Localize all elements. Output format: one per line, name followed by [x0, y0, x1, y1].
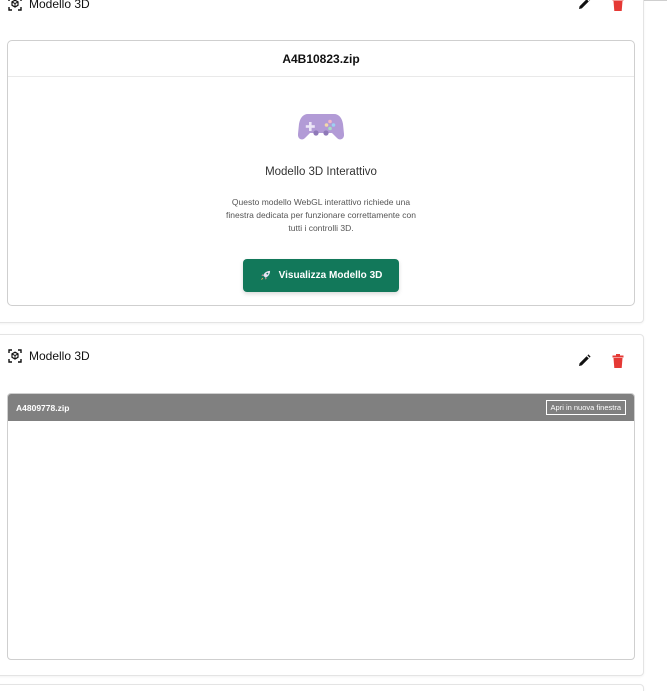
- model-card: Modello 3D A4B10823.zip Modello 3D Inter…: [0, 0, 644, 323]
- viewer-toolbar: A4809778.zip Apri in nuova finestra: [8, 394, 634, 421]
- delete-icon[interactable]: [610, 353, 626, 369]
- model-card: [0, 684, 644, 691]
- viewer-heading: Modello 3D Interattivo: [265, 166, 377, 178]
- card-header: Modello 3D: [8, 343, 630, 369]
- model-viewer: A4B10823.zip Modello 3D Interattivo Ques…: [7, 40, 635, 306]
- viewer-filename: A4809778.zip: [16, 402, 70, 413]
- viewer-canvas[interactable]: [8, 421, 634, 659]
- viewer-description: Questo modello WebGL interattivo richied…: [226, 197, 416, 233]
- card-header: Modello 3D: [8, 0, 630, 17]
- page: Modello 3D A4B10823.zip Modello 3D Inter…: [0, 0, 667, 691]
- rocket-icon: [260, 270, 270, 281]
- open-new-window-button[interactable]: Apri in nuova finestra: [545, 400, 626, 415]
- model-iframe-viewer: A4809778.zip Apri in nuova finestra: [7, 393, 635, 660]
- delete-icon[interactable]: [610, 0, 626, 12]
- edit-icon[interactable]: [576, 353, 592, 369]
- model-card: Modello 3D A4809778.zip Apri in nuova fi…: [0, 334, 644, 676]
- viewer-filename: A4B10823.zip: [8, 41, 634, 77]
- gamepad-icon: [298, 114, 344, 140]
- card-title: Modello 3D: [29, 349, 90, 363]
- cube-scan-icon: [8, 0, 22, 11]
- view-model-button-label: Visualizza Modello 3D: [278, 270, 383, 281]
- cube-scan-icon: [8, 349, 22, 363]
- edit-icon[interactable]: [576, 0, 592, 12]
- card-title: Modello 3D: [29, 0, 90, 11]
- view-model-button[interactable]: Visualizza Modello 3D: [243, 259, 399, 292]
